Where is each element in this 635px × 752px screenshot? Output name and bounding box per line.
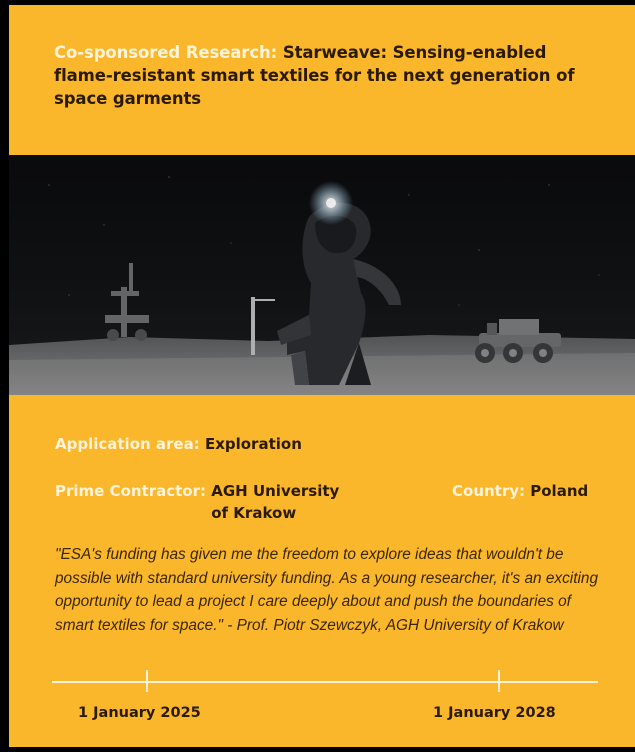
end-date: 1 January 2028 <box>433 705 556 721</box>
project-photo <box>9 155 635 395</box>
application-area-value: Exploration <box>204 435 302 453</box>
timeline-start-marker <box>146 670 148 692</box>
timeline-line <box>52 681 598 683</box>
country-value: Poland <box>530 482 589 500</box>
project-card: Co-sponsored Research: Starweave: Sensin… <box>9 5 635 747</box>
project-title: Co-sponsored Research: Starweave: Sensin… <box>54 41 594 110</box>
timeline-end-marker <box>498 670 500 692</box>
country-label: Country: <box>452 482 526 500</box>
title-label: Co-sponsored Research: <box>54 43 278 62</box>
application-area-label: Application area: <box>55 435 200 453</box>
country: Country: Poland <box>452 480 588 502</box>
prime-contractor: Prime Contractor: AGH University of Krak… <box>55 480 385 524</box>
prime-contractor-value: AGH University of Krakow <box>211 482 340 522</box>
application-area: Application area: Exploration <box>55 433 302 455</box>
lunar-scene-image <box>9 155 635 395</box>
prime-contractor-label: Prime Contractor: <box>55 482 207 500</box>
start-date: 1 January 2025 <box>78 705 201 721</box>
researcher-quote: "ESA's funding has given me the freedom … <box>55 546 599 634</box>
